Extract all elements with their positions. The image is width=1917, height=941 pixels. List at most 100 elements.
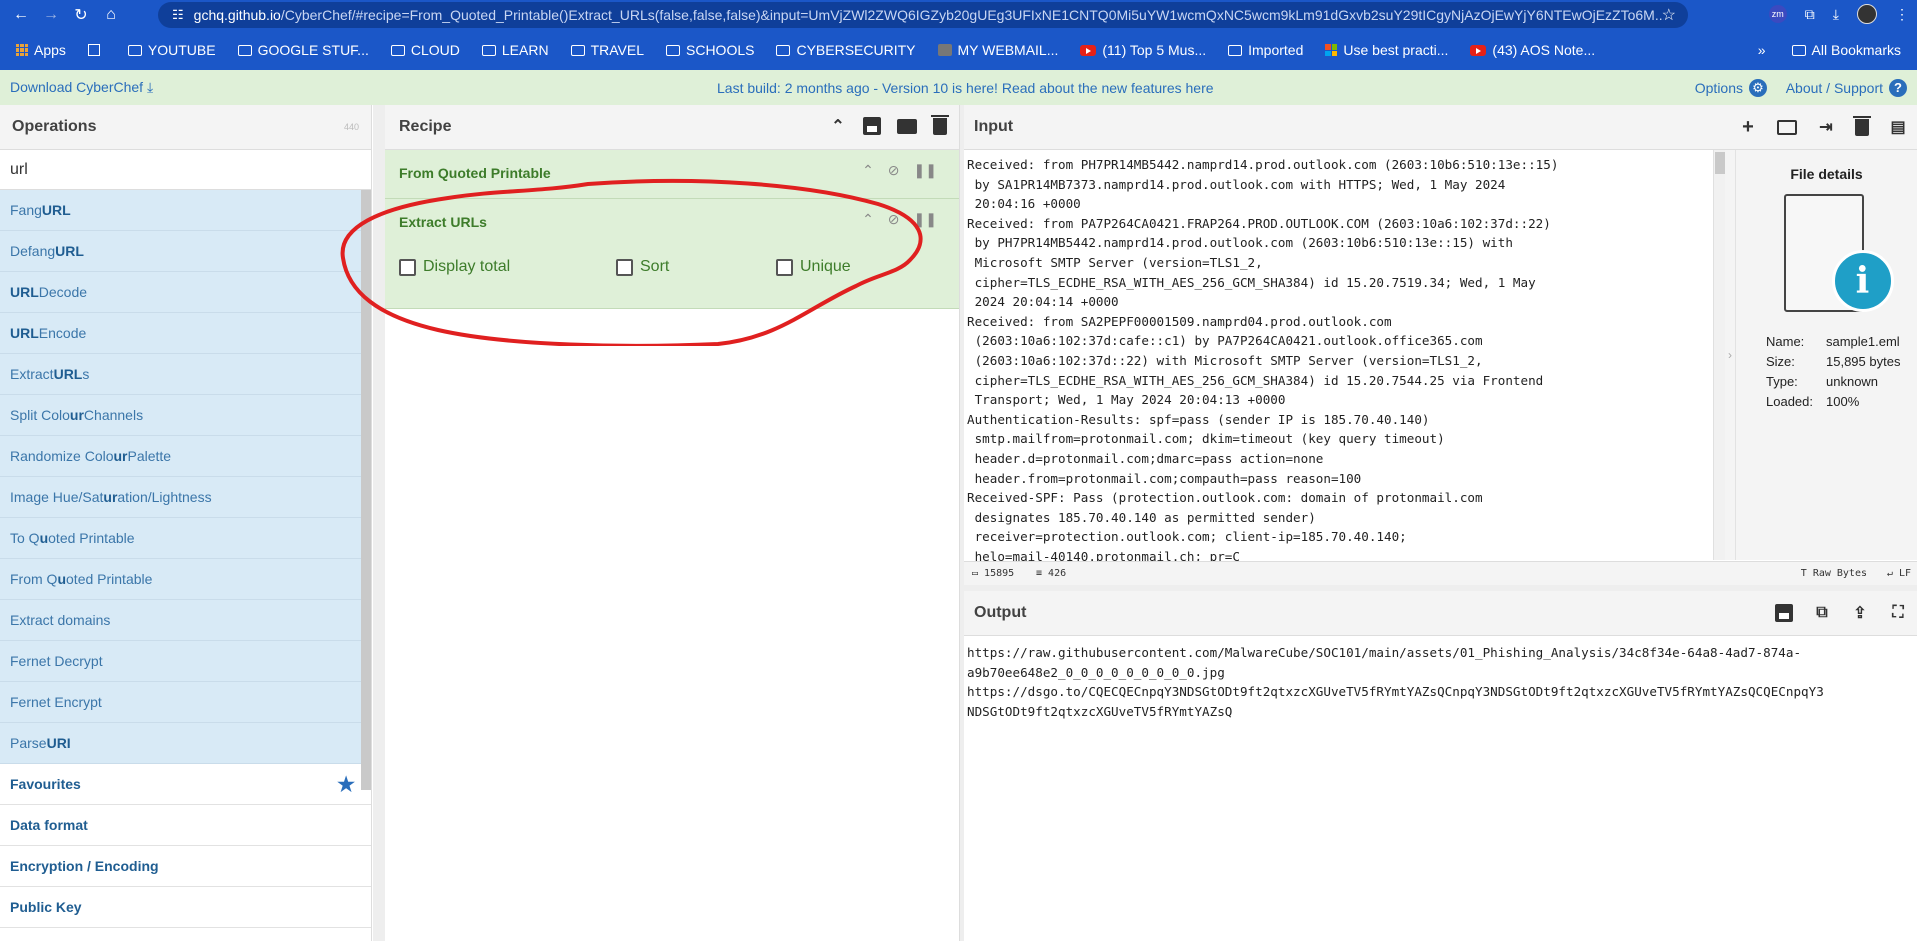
checkbox-box[interactable]	[616, 258, 633, 276]
recipe-op-extract-urls[interactable]: Extract URLs ⌃ ⊘ ❚❚ Display total Sort U…	[385, 199, 959, 309]
home-icon[interactable]: ⌂	[96, 0, 126, 30]
operation-item[interactable]: Defang URL	[0, 231, 371, 272]
sort-checkbox[interactable]: Sort	[616, 258, 776, 276]
replace-input-icon[interactable]: ⇪	[1851, 604, 1869, 622]
bookmark-item[interactable]: Imported	[1228, 42, 1303, 58]
input-textarea[interactable]: Received: from PH7PR14MB5442.namprd14.pr…	[967, 152, 1717, 562]
folder-icon	[776, 44, 791, 56]
operation-item[interactable]: URL Encode	[0, 313, 371, 354]
more-bookmarks-icon[interactable]: »	[1758, 42, 1766, 58]
operation-category[interactable]: Public Key	[0, 887, 371, 928]
file-info-icon: i	[1772, 194, 1894, 314]
download-arrow-icon: ⤓	[146, 79, 154, 95]
unique-checkbox[interactable]: Unique	[776, 258, 851, 276]
input-statusbar: ▭ 15895 ≡ 426 T Raw Bytes ↵ LF	[964, 561, 1917, 585]
bookmark-item[interactable]: Apps	[16, 42, 66, 58]
operation-item[interactable]: Split Colo ur Channels	[0, 395, 371, 436]
operation-item[interactable]: Fang URL	[0, 190, 371, 231]
url-text[interactable]: gchq.github.io/CyberChef/#recipe=From_Qu…	[194, 7, 1664, 23]
copy-output-icon[interactable]: ⧉	[1813, 604, 1831, 622]
options-button[interactable]: Options ⚙	[1695, 78, 1767, 97]
layout-icon[interactable]: ▤	[1889, 118, 1907, 136]
operations-search-input[interactable]: url	[0, 150, 371, 190]
cyberchef-banner: Download CyberChef ⤓ Last build: 2 month…	[0, 70, 1917, 105]
collapse-all-icon[interactable]: ⌃	[829, 117, 847, 135]
eol-button[interactable]: ↵ LF	[1887, 568, 1911, 579]
operations-categories: Favourites ★ Data format Encryption / Encod…	[0, 764, 371, 928]
load-recipe-icon[interactable]	[897, 118, 917, 134]
input-panel: Input + ⇥ ▤ Received: from PH7PR14MB5442…	[964, 105, 1917, 585]
bookmark-star-icon[interactable]: ☆	[1662, 5, 1676, 25]
output-textarea[interactable]: https://raw.githubusercontent.com/Malwar…	[967, 643, 1912, 721]
bookmark-item[interactable]: LEARN	[481, 42, 549, 58]
all-bookmarks-button[interactable]: All Bookmarks	[1791, 42, 1901, 58]
checkbox-box[interactable]	[776, 258, 793, 276]
chevron-up-icon[interactable]: ⌃	[862, 211, 874, 228]
download-icon[interactable]: ⤓	[1833, 6, 1839, 23]
address-bar[interactable]: ☷ gchq.github.io/CyberChef/#recipe=From_…	[158, 2, 1688, 28]
clear-input-icon[interactable]	[1853, 115, 1871, 136]
input-length: ▭ 15895	[972, 568, 1015, 579]
operation-item[interactable]: To Qu oted Printable	[0, 518, 371, 559]
operation-category[interactable]: Data format	[0, 805, 371, 846]
about-support-button[interactable]: About / Support?	[1786, 78, 1907, 97]
version-notice[interactable]: Last build: 2 months ago - Version 10 is…	[717, 80, 1214, 96]
add-tab-icon[interactable]: +	[1739, 116, 1757, 138]
operation-item[interactable]: Extract URL s	[0, 354, 371, 395]
save-output-icon[interactable]	[1775, 604, 1793, 622]
browser-menu-icon[interactable]: ⋮	[1895, 6, 1909, 23]
download-cyberchef-link[interactable]: Download CyberChef ⤓	[10, 79, 153, 96]
open-folder-icon[interactable]	[1777, 119, 1797, 135]
operation-item[interactable]: Fernet Decrypt	[0, 641, 371, 682]
operations-header: Operations 440	[0, 105, 371, 150]
operations-scrollbar[interactable]	[361, 190, 371, 790]
site-info-icon[interactable]: ☷	[172, 7, 184, 23]
display-total-checkbox[interactable]: Display total	[399, 258, 616, 276]
zoom-extension-icon[interactable]: zm	[1768, 5, 1787, 23]
operation-category[interactable]: Favourites ★	[0, 764, 371, 805]
bookmark-item[interactable]: CYBERSECURITY	[776, 42, 916, 58]
operation-item[interactable]: URL Decode	[0, 272, 371, 313]
chevron-up-icon[interactable]: ⌃	[862, 162, 874, 179]
save-recipe-icon[interactable]	[863, 117, 881, 135]
operation-item[interactable]: Randomize Colo ur Palette	[0, 436, 371, 477]
operation-item[interactable]: Extract domains	[0, 600, 371, 641]
open-file-icon[interactable]: ⇥	[1817, 118, 1835, 136]
bookmark-item[interactable]	[87, 44, 106, 56]
breakpoint-icon[interactable]: ❚❚	[914, 162, 937, 179]
bookmark-item[interactable]: (11) Top 5 Mus...	[1080, 42, 1206, 58]
bookmark-item[interactable]: MY WEBMAIL...	[937, 42, 1058, 58]
forward-icon[interactable]: →	[36, 0, 66, 30]
operation-item[interactable]: Fernet Encrypt	[0, 682, 371, 723]
panel-gutter[interactable]	[373, 105, 385, 941]
bookmark-item[interactable]: TRAVEL	[570, 42, 644, 58]
operation-item[interactable]: Parse URI	[0, 723, 371, 764]
operation-category[interactable]: Encryption / Encoding	[0, 846, 371, 887]
disable-op-icon[interactable]: ⊘	[888, 211, 900, 228]
bookmark-item[interactable]: (43) AOS Note...	[1470, 42, 1595, 58]
clear-recipe-icon[interactable]	[931, 114, 949, 135]
reload-icon[interactable]: ↻	[66, 0, 96, 30]
scroll-thumb[interactable]	[1715, 152, 1725, 174]
disable-op-icon[interactable]: ⊘	[888, 162, 900, 179]
folder-icon	[127, 44, 142, 56]
input-scrollbar[interactable]	[1713, 150, 1725, 560]
operation-item[interactable]: Image Hue/Sat ur ation/Lightness	[0, 477, 371, 518]
operation-item[interactable]: From Qu oted Printable	[0, 559, 371, 600]
folder-icon	[481, 44, 496, 56]
bookmark-item[interactable]: YOUTUBE	[127, 42, 216, 58]
extensions-puzzle-icon[interactable]: ⧉	[1805, 6, 1815, 23]
bookmark-item[interactable]: SCHOOLS	[666, 42, 754, 58]
bookmark-item[interactable]: CLOUD	[390, 42, 460, 58]
bookmark-item[interactable]: Use best practi...	[1325, 42, 1448, 58]
bookmark-item[interactable]: GOOGLE STUF...	[237, 42, 369, 58]
breakpoint-icon[interactable]: ❚❚	[914, 211, 937, 228]
recipe-op-from-quoted-printable[interactable]: From Quoted Printable ⌃ ⊘ ❚❚	[385, 150, 959, 199]
details-toggle-icon[interactable]: ›	[1725, 150, 1735, 560]
profile-avatar[interactable]	[1857, 4, 1877, 24]
back-icon[interactable]: ←	[6, 0, 36, 30]
bookmarks-right: » All Bookmarks	[1758, 30, 1901, 70]
checkbox-box[interactable]	[399, 258, 416, 276]
chr-enc-button[interactable]: T Raw Bytes	[1801, 568, 1867, 579]
maximise-output-icon[interactable]: ⛶	[1889, 604, 1907, 622]
